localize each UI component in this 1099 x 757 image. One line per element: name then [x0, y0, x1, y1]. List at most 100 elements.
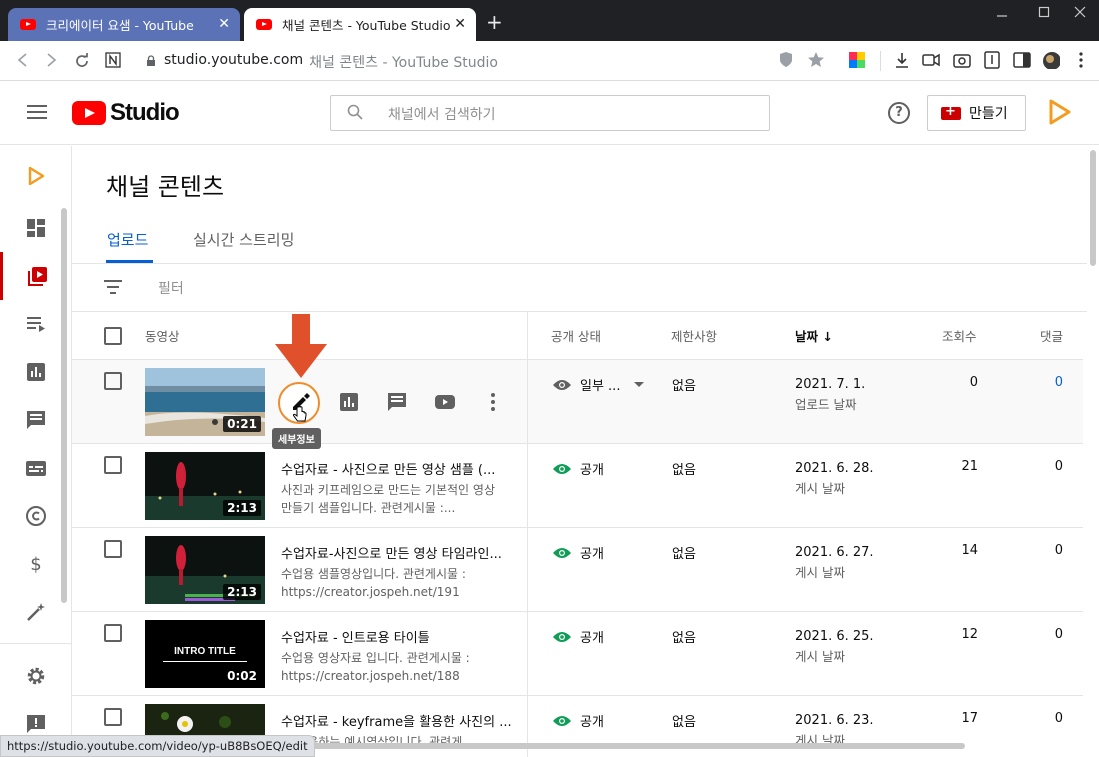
help-button[interactable]: ? — [888, 102, 910, 124]
table-row[interactable]: 2:13 수업자료 - 사진으로 만든 영상 샘플 (... 사진과 키프레임으… — [72, 444, 1083, 528]
color-picker-extension-icon[interactable] — [848, 51, 866, 69]
video-thumbnail[interactable]: INTRO TITLE 0:02 — [145, 620, 265, 688]
visibility-status[interactable]: 공개 — [552, 711, 604, 730]
filter-input[interactable]: 필터 — [158, 278, 184, 298]
forward-icon[interactable] — [44, 53, 58, 67]
search-input[interactable]: 채널에서 검색하기 — [330, 95, 770, 131]
menu-icon[interactable] — [27, 105, 47, 119]
page-title: 채널 콘텐츠 — [106, 173, 225, 201]
video-title[interactable]: 수업자료 - 사진으로 만든 영상 샘플 (... — [281, 459, 495, 478]
date-type: 게시 날짜 — [795, 481, 845, 496]
header-date[interactable]: 날짜 ↓ — [795, 326, 833, 345]
magic-wand-icon — [27, 603, 45, 621]
channel-avatar[interactable] — [1044, 97, 1074, 127]
search-icon — [347, 104, 363, 120]
close-tab-icon[interactable]: ✕ — [218, 16, 230, 32]
main-vertical-scrollbar[interactable] — [1087, 146, 1099, 757]
duration-badge: 0:02 — [223, 668, 261, 684]
youtube-play-icon[interactable] — [433, 390, 457, 414]
hand-cursor-icon — [292, 406, 307, 422]
select-all-checkbox[interactable] — [104, 327, 122, 345]
row-checkbox[interactable] — [104, 708, 122, 726]
download-icon[interactable] — [893, 51, 911, 69]
create-label: 만들기 — [969, 106, 1008, 122]
minimize-icon[interactable] — [996, 10, 1008, 22]
date-cell: 2021. 6. 28. 게시 날짜 — [795, 459, 874, 499]
studio-logo[interactable]: Studio — [72, 99, 180, 127]
video-thumbnail[interactable]: 0:21 — [145, 368, 265, 436]
header-visibility[interactable]: 공개 상태 — [551, 326, 601, 345]
address-bar: studio.youtube.com 채널 콘텐츠 - YouTube Stud… — [0, 41, 1099, 81]
eye-icon — [553, 547, 571, 558]
table-row[interactable]: 0:21 일부 ... 없음 2021. 7. 1. 업로드 날짜 0 0 — [72, 360, 1083, 444]
lock-icon[interactable] — [146, 55, 156, 67]
sidebar-divider — [0, 643, 72, 644]
video-thumbnail[interactable]: 2:13 — [145, 536, 265, 604]
video-thumbnail[interactable]: 2:13 — [145, 452, 265, 520]
video-record-icon[interactable] — [922, 51, 940, 69]
sidebar-scrollbar[interactable] — [61, 208, 67, 603]
sidebar-item-settings[interactable] — [0, 652, 72, 700]
notion-extension-icon[interactable] — [105, 52, 121, 68]
visibility-status[interactable]: 공개 — [552, 459, 604, 478]
video-title[interactable]: 수업자료-사진으로 만든 영상 타임라인... — [281, 543, 502, 562]
content-icon — [27, 267, 47, 286]
dollar-icon: $ — [30, 554, 41, 575]
filter-icon[interactable] — [104, 280, 122, 294]
duration-badge: 2:13 — [223, 584, 261, 600]
header-comments[interactable]: 댓글 — [1040, 326, 1063, 345]
create-button[interactable]: 만들기 — [927, 95, 1026, 131]
browser-menu-icon[interactable] — [1072, 51, 1090, 69]
maximize-icon[interactable] — [1038, 6, 1050, 18]
visibility-status[interactable]: 공개 — [552, 627, 604, 646]
visibility-label: 공개 — [580, 715, 604, 730]
views-value: 0 — [969, 375, 978, 390]
table-row[interactable]: INTRO TITLE 0:02 수업자료 - 인트로용 타이틀 수업용 영상자… — [72, 612, 1083, 696]
video-title[interactable]: 수업자료 - keyframe을 활용한 사진의 ... — [281, 711, 512, 730]
header-views[interactable]: 조회수 — [942, 326, 977, 345]
header-restrictions[interactable]: 제한사항 — [671, 326, 717, 345]
comments-icon[interactable] — [385, 390, 409, 414]
visibility-label: 공개 — [580, 631, 604, 646]
filter-bar: 필터 — [72, 264, 1087, 312]
duration-badge: 2:13 — [223, 500, 261, 516]
eye-icon — [553, 379, 571, 390]
views-value: 17 — [961, 711, 978, 726]
reader-icon[interactable] — [983, 51, 1001, 69]
new-tab-button[interactable]: + — [486, 12, 503, 32]
shield-extension-icon[interactable] — [777, 51, 795, 69]
browser-tab-bar: 크리에이터 요샘 - YouTube ✕ 채널 콘텐츠 - YouTube St… — [0, 0, 1099, 41]
camera-icon[interactable] — [953, 51, 971, 69]
eye-icon — [553, 631, 571, 642]
video-camera-icon — [941, 104, 961, 120]
browser-tab-studio[interactable]: 채널 콘텐츠 - YouTube Studio ✕ — [244, 8, 476, 41]
tab-live-streaming[interactable]: 실시간 스트리밍 — [193, 229, 294, 250]
analytics-icon[interactable] — [337, 390, 361, 414]
reload-icon[interactable] — [74, 53, 90, 69]
row-checkbox[interactable] — [104, 624, 122, 642]
comments-value: 0 — [1054, 711, 1063, 726]
tab-uploads[interactable]: 업로드 — [107, 229, 148, 250]
close-tab-icon[interactable]: ✕ — [454, 16, 466, 32]
header-date-label: 날짜 — [795, 329, 819, 344]
bookmark-star-icon[interactable] — [807, 51, 825, 69]
url-text[interactable]: studio.youtube.com 채널 콘텐츠 - YouTube Stud… — [164, 52, 498, 72]
tab-title: 크리에이터 요샘 - YouTube — [46, 18, 194, 33]
row-checkbox[interactable] — [104, 540, 122, 558]
visibility-dropdown[interactable]: 일부 ... — [552, 375, 645, 394]
comments-value[interactable]: 0 — [1012, 375, 1063, 390]
row-checkbox[interactable] — [104, 372, 122, 390]
video-description: 수업용 샘플영상입니다. 관련게시물 : https://creator.jos… — [281, 567, 466, 599]
more-options-icon[interactable] — [481, 390, 505, 414]
sidebar-channel-avatar[interactable] — [0, 152, 72, 200]
visibility-status[interactable]: 공개 — [552, 543, 604, 562]
close-window-icon[interactable] — [1074, 6, 1086, 18]
sidebar-toggle-icon[interactable] — [1013, 51, 1031, 69]
url-host: studio.youtube.com — [164, 52, 304, 68]
row-checkbox[interactable] — [104, 456, 122, 474]
video-title[interactable]: 수업자료 - 인트로용 타이틀 — [281, 627, 430, 646]
browser-tab-youtube[interactable]: 크리에이터 요샘 - YouTube ✕ — [8, 8, 240, 41]
profile-avatar-icon[interactable] — [1042, 51, 1060, 69]
back-icon[interactable] — [16, 53, 30, 67]
table-row[interactable]: 2:13 수업자료-사진으로 만든 영상 타임라인... 수업용 샘플영상입니다… — [72, 528, 1083, 612]
